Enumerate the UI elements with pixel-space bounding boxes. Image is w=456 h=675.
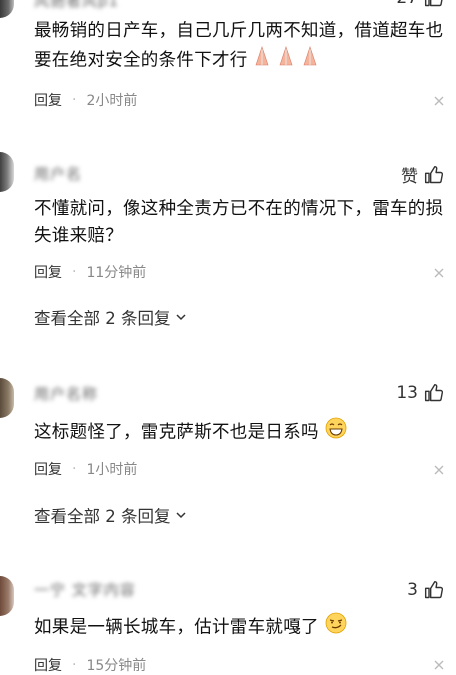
grinning-face-icon: [325, 417, 347, 448]
reply-button[interactable]: 回复: [34, 459, 62, 479]
username[interactable]: 用户名: [34, 163, 82, 184]
like-label: 赞: [401, 167, 418, 187]
avatar[interactable]: [0, 0, 14, 18]
avatar[interactable]: [0, 152, 14, 192]
thumbs-up-icon: [424, 580, 444, 599]
comment-meta: 回复 · 1小时前: [34, 459, 137, 479]
reply-button[interactable]: 回复: [34, 90, 62, 110]
folded-hands-icon: [253, 45, 327, 76]
thumbs-up-icon: [424, 0, 443, 7]
username[interactable]: 风驰者风p1: [34, 0, 119, 11]
like-button[interactable]: 27: [396, 0, 444, 8]
comment-meta: 回复 · 15分钟前: [34, 655, 146, 675]
timestamp: 2小时前: [86, 93, 138, 109]
username[interactable]: 一宁 文字内容: [34, 579, 136, 600]
reply-button[interactable]: 回复: [34, 262, 62, 282]
separator-dot: ·: [72, 461, 77, 477]
comment-meta: 回复 · 11分钟前: [34, 262, 146, 282]
timestamp: 11分钟前: [86, 265, 147, 281]
expand-replies-button[interactable]: 查看全部 2 条回复: [34, 305, 187, 329]
expand-replies-label: 查看全部 2 条回复: [34, 507, 171, 526]
username[interactable]: 用户名称: [34, 383, 98, 404]
timestamp: 15分钟前: [86, 658, 147, 674]
separator-dot: ·: [72, 264, 77, 280]
chevron-down-icon: [175, 512, 186, 519]
like-button[interactable]: 13: [396, 383, 444, 403]
like-button[interactable]: 3: [407, 580, 444, 600]
smirking-face-icon: [325, 612, 347, 643]
comment-meta: 回复 · 2小时前: [34, 90, 137, 110]
like-count: 13: [396, 383, 418, 403]
expand-replies-button[interactable]: 查看全部 2 条回复: [34, 503, 187, 527]
close-icon[interactable]: [434, 96, 444, 106]
comment-text: 如果是一辆长城车，估计雷车就嘎了: [34, 612, 444, 643]
close-icon[interactable]: [434, 268, 444, 278]
comment-text: 最畅销的日产车，自己几斤几两不知道，借道超车也要在绝对安全的条件下才行: [34, 18, 444, 76]
timestamp: 1小时前: [86, 462, 138, 478]
separator-dot: ·: [72, 92, 77, 108]
like-button[interactable]: 赞: [401, 162, 444, 187]
expand-replies-label: 查看全部 2 条回复: [34, 309, 171, 328]
comment-text: 这标题怪了，雷克萨斯不也是日系吗: [34, 417, 444, 448]
separator-dot: ·: [72, 657, 77, 673]
avatar[interactable]: [0, 576, 14, 616]
avatar[interactable]: [0, 378, 14, 418]
like-count: 3: [407, 580, 418, 600]
thumbs-up-icon: [424, 165, 444, 183]
close-icon[interactable]: [434, 660, 444, 670]
comment-text: 不懂就问，像这种全责方已不在的情况下，雷车的损失谁来赔？: [34, 199, 444, 246]
close-icon[interactable]: [434, 465, 444, 475]
reply-button[interactable]: 回复: [34, 655, 62, 675]
thumbs-up-icon: [424, 383, 444, 402]
chevron-down-icon: [175, 314, 186, 321]
like-count: 27: [396, 0, 418, 8]
